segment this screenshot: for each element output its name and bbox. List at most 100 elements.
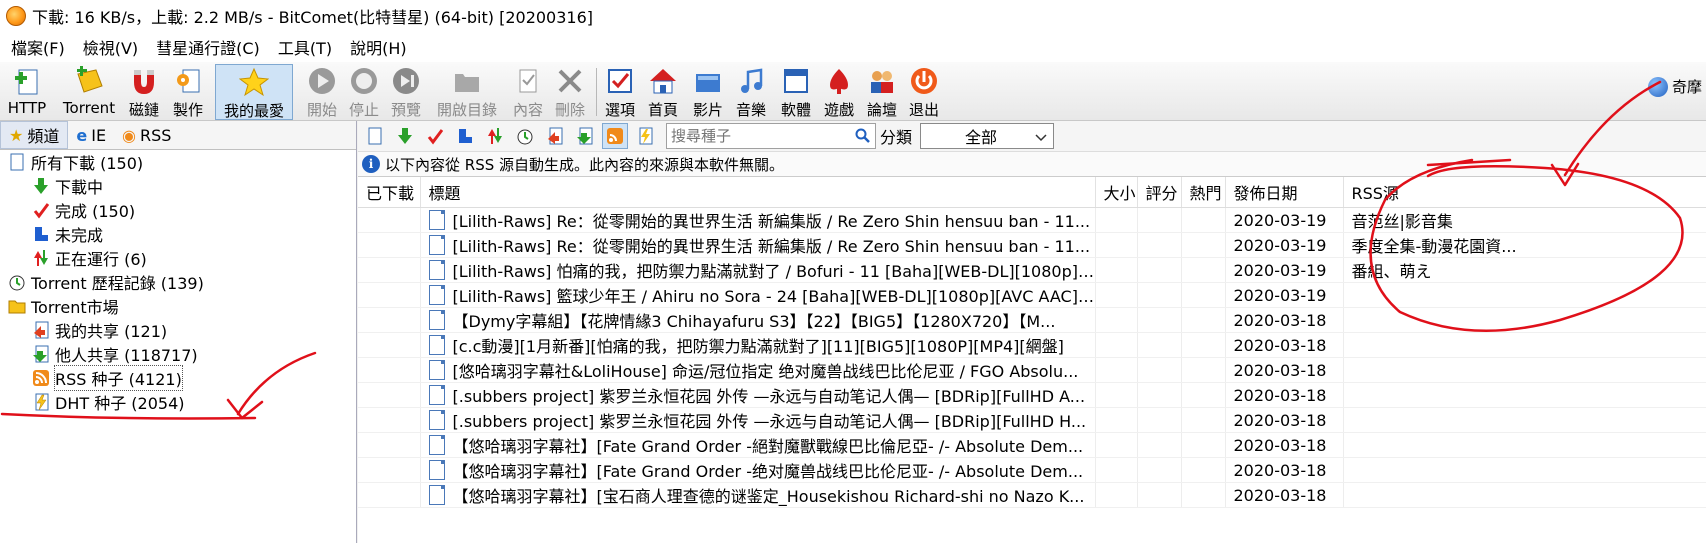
tree-item-rss-seeds[interactable]: RSS 种子 (4121) — [0, 365, 356, 391]
cell-date: 2020-03-18 — [1225, 382, 1344, 408]
search-icon[interactable] — [851, 128, 875, 144]
menu-bar: 檔案(F) 檢視(V) 彗星通行證(C) 工具(T) 說明(H) — [0, 32, 1706, 62]
menu-view[interactable]: 檢視(V) — [76, 35, 145, 59]
table-row[interactable]: 【悠哈璃羽字幕社】[宝石商人理查德的谜鉴定_Housekishou Richar… — [358, 482, 1706, 508]
table-row[interactable]: [.subbers project] 紫罗兰永恒花园 外传 —永远与自动笔记人偶… — [358, 382, 1706, 408]
search-input[interactable] — [667, 126, 851, 146]
music-button[interactable]: 音樂 — [731, 64, 771, 119]
torrent-button[interactable]: Torrent — [56, 64, 122, 118]
cell-title: 【悠哈璃羽字幕社】[宝石商人理查德的谜鉴定_Housekishou Richar… — [420, 482, 1096, 508]
column-popularity[interactable]: 熱門 — [1181, 177, 1226, 208]
cell-rating — [1137, 282, 1182, 308]
make-torrent-icon — [173, 66, 203, 96]
rss-icon[interactable] — [602, 123, 628, 149]
tree-item-downloading[interactable]: 下載中 — [0, 174, 356, 198]
checkmark-icon[interactable] — [422, 123, 448, 149]
software-button[interactable]: 軟體 — [776, 64, 816, 119]
column-size[interactable]: 大小 — [1095, 177, 1138, 208]
title-bar: 下載: 16 KB/s，上載: 2.2 MB/s - BitComet(比特彗星… — [0, 0, 1706, 32]
properties-button[interactable]: 內容 — [508, 64, 548, 119]
tree-item-torrent-market[interactable]: Torrent市場 — [0, 294, 356, 318]
stop-icon — [349, 66, 379, 96]
table-row[interactable]: [Lilith-Raws] 怕痛的我，把防禦力點滿就對了 / Bofuri - … — [358, 257, 1706, 283]
dht-icon[interactable] — [632, 123, 658, 149]
http-button[interactable]: HTTP — [4, 64, 50, 118]
tree-item-others-share[interactable]: 他人共享 (118717) — [0, 342, 356, 366]
history-icon[interactable] — [512, 123, 538, 149]
table-row[interactable]: 【悠哈璃羽字幕社】[Fate Grand Order -绝对魔兽战线巴比伦尼亚-… — [358, 457, 1706, 483]
column-title[interactable]: 標題 — [420, 177, 1096, 208]
cell-rss-source — [1343, 307, 1706, 333]
cell-date: 2020-03-18 — [1225, 332, 1344, 358]
cell-date: 2020-03-18 — [1225, 357, 1344, 383]
table-row[interactable]: [Lilith-Raws] 籃球少年王 / Ahiru no Sora - 24… — [358, 282, 1706, 308]
market-folder-icon — [8, 297, 26, 315]
game-button[interactable]: 遊戲 — [819, 64, 859, 119]
video-button[interactable]: 影片 — [688, 64, 728, 119]
cell-date: 2020-03-18 — [1225, 432, 1344, 458]
exit-button[interactable]: 退出 — [904, 64, 944, 119]
my-share-icon[interactable] — [542, 123, 568, 149]
others-share-icon — [32, 345, 50, 363]
tree-item-running[interactable]: 正在運行 (6) — [0, 246, 356, 270]
open-folder-button[interactable]: 開啟目錄 — [432, 64, 502, 119]
menu-help[interactable]: 說明(H) — [343, 35, 414, 59]
column-publish-date[interactable]: 發佈日期 — [1225, 177, 1344, 208]
cell-popularity — [1181, 457, 1226, 483]
torrent-file-icon — [428, 235, 445, 255]
column-rating[interactable]: 評分 — [1137, 177, 1182, 208]
category-label: 分類 — [880, 128, 913, 147]
forum-button[interactable]: 論壇 — [862, 64, 902, 119]
menu-comet-pass[interactable]: 彗星通行證(C) — [149, 35, 267, 59]
tree-item-all-downloads[interactable]: 所有下載 (150) — [0, 150, 356, 174]
favorites-button[interactable]: 我的最愛 — [215, 64, 293, 120]
window-title: 下載: 16 KB/s，上載: 2.2 MB/s - BitComet(比特彗星… — [32, 8, 594, 27]
column-rss-source[interactable]: RSS源 — [1343, 177, 1706, 208]
start-button[interactable]: 開始 — [302, 64, 342, 119]
tree-item-dht-seeds[interactable]: DHT 种子 (2054) — [0, 390, 356, 414]
table-row[interactable]: 【Dymy字幕組】【花牌情緣3 Chihayafuru S3】【22】【BIG5… — [358, 307, 1706, 333]
tree-item-torrent-history[interactable]: Torrent 歷程記錄 (139) — [0, 270, 356, 294]
home-button[interactable]: 首頁 — [643, 64, 683, 119]
tree-item-incomplete[interactable]: 未完成 — [0, 222, 356, 246]
cell-popularity — [1181, 407, 1226, 433]
table-row[interactable]: [Lilith-Raws] Re：從零開始的異世界生活 新編集版 / Re Ze… — [358, 232, 1706, 258]
tab-channels[interactable]: ★ 頻道 — [0, 121, 69, 149]
new-doc-icon[interactable] — [362, 123, 388, 149]
cell-date: 2020-03-19 — [1225, 282, 1344, 308]
column-downloaded[interactable]: 已下載 — [358, 177, 421, 208]
others-share-icon[interactable] — [572, 123, 598, 149]
running-icon[interactable] — [482, 123, 508, 149]
tab-ie[interactable]: e IE — [68, 122, 114, 148]
table-row[interactable]: [.subbers project] 紫罗兰永恒花园 外传 —永远与自动笔记人偶… — [358, 407, 1706, 433]
preview-button[interactable]: 預覽 — [386, 64, 426, 119]
cell-title: [悠哈璃羽字幕社&LoliHouse] 命运/冠位指定 绝对魔兽战线巴比伦尼亚 … — [420, 357, 1096, 383]
table-row[interactable]: 【悠哈璃羽字幕社】[Fate Grand Order -絕對魔獸戰線巴比倫尼亞-… — [358, 432, 1706, 458]
menu-file[interactable]: 檔案(F) — [4, 35, 72, 59]
torrent-add-icon — [74, 66, 104, 96]
delete-button[interactable]: 刪除 — [550, 64, 590, 119]
tree-item-my-share[interactable]: 我的共享 (121) — [0, 318, 356, 342]
cell-date: 2020-03-18 — [1225, 307, 1344, 333]
cell-size — [1095, 207, 1138, 233]
make-torrent-button[interactable]: 製作 — [168, 64, 208, 119]
cell-date: 2020-03-19 — [1225, 257, 1344, 283]
arrow-down-icon[interactable] — [392, 123, 418, 149]
table-row[interactable]: [Lilith-Raws] Re：從零開始的異世界生活 新編集版 / Re Ze… — [358, 207, 1706, 233]
category-select[interactable]: 全部 — [920, 123, 1055, 149]
cell-popularity — [1181, 232, 1226, 258]
menu-tools[interactable]: 工具(T) — [271, 35, 339, 59]
channel-sidebar: ★ 頻道 e IE ◉ RSS 所有下載 (150) 下載中 完成 (150) … — [0, 121, 357, 543]
stop-button[interactable]: 停止 — [344, 64, 384, 119]
incomplete-icon[interactable] — [452, 123, 478, 149]
yahoo-link[interactable]: 奇摩 — [1647, 76, 1702, 97]
tab-rss[interactable]: ◉ RSS — [114, 122, 179, 148]
cell-downloaded — [358, 207, 421, 233]
tree-item-completed[interactable]: 完成 (150) — [0, 198, 356, 222]
cell-popularity — [1181, 282, 1226, 308]
table-row[interactable]: [悠哈璃羽字幕社&LoliHouse] 命运/冠位指定 绝对魔兽战线巴比伦尼亚 … — [358, 357, 1706, 383]
cell-date: 2020-03-18 — [1225, 457, 1344, 483]
magnet-button[interactable]: 磁鏈 — [124, 64, 164, 119]
options-button[interactable]: 選項 — [600, 64, 640, 119]
table-row[interactable]: [c.c動漫][1月新番][怕痛的我，把防禦力點滿就對了][11][BIG5][… — [358, 332, 1706, 358]
